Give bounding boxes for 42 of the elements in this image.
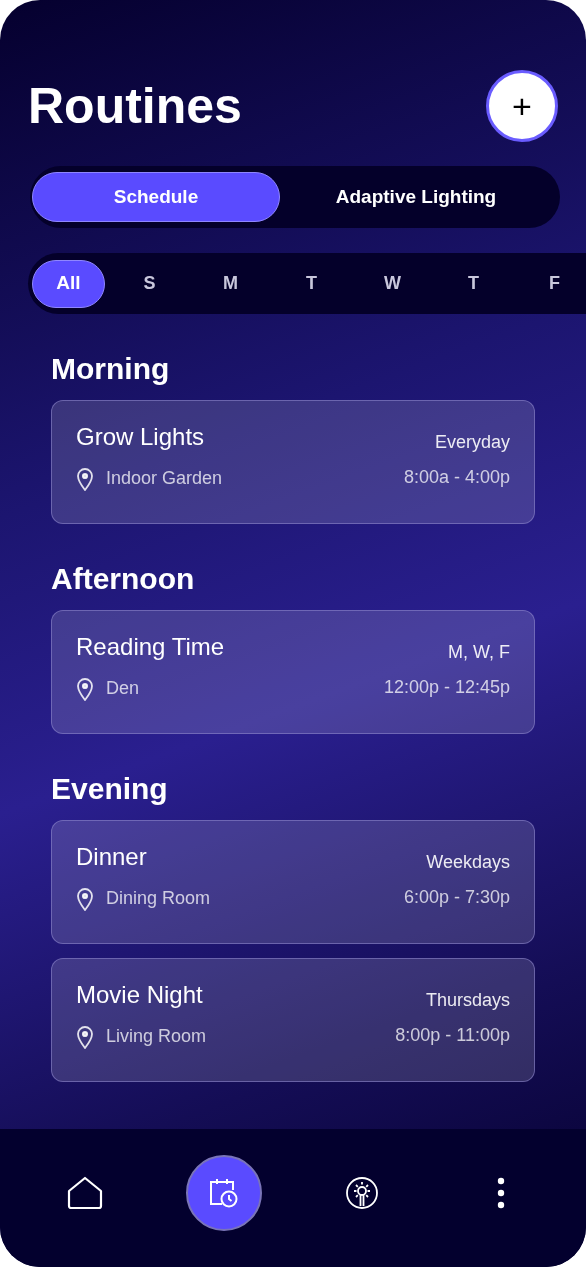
routine-location: Living Room — [106, 1025, 207, 1048]
day-chip[interactable]: S — [134, 259, 165, 308]
routine-card[interactable]: Dinner Dining Room Weekdays 6:00p - 7:30p — [51, 820, 535, 944]
day-chip[interactable]: F — [539, 259, 570, 308]
routine-card[interactable]: Movie Night Living Room Thursdays 8:00p - 11:00p — [51, 958, 535, 1082]
routine-days: M, W, F — [448, 639, 510, 666]
add-button[interactable]: + — [486, 70, 558, 142]
lightbulb-icon — [345, 1176, 380, 1210]
routine-time: 8:00p - 11:00p — [395, 1024, 510, 1047]
day-chip[interactable]: W — [377, 259, 408, 308]
day-chip[interactable]: T — [296, 259, 327, 308]
section-heading: Morning — [51, 354, 171, 384]
location-pin-icon — [76, 1024, 94, 1049]
mode-tab[interactable]: Schedule — [32, 172, 280, 222]
home-icon — [67, 1176, 104, 1210]
routine-time: 6:00p - 7:30p — [403, 886, 510, 909]
day-chip[interactable]: M — [215, 259, 246, 308]
routine-card[interactable]: Grow Lights Indoor Garden Everyday 8:00a - 4:00p — [51, 400, 535, 524]
day-chip[interactable]: All — [32, 259, 105, 308]
location-pin-icon — [76, 676, 94, 701]
section-heading: Afternoon — [51, 564, 196, 594]
routine-days: Everyday — [434, 429, 510, 456]
routine-location: Den — [106, 677, 140, 700]
routine-time: 8:00a - 4:00p — [403, 466, 510, 489]
routine-name: Grow Lights — [76, 422, 206, 452]
routine-time: 12:00p - 12:45p — [383, 676, 510, 699]
location-pin-icon — [76, 466, 94, 491]
routine-location: Dining Room — [106, 887, 211, 910]
more-icon — [496, 1177, 505, 1209]
routine-card[interactable]: Reading Time Den M, W, F 12:00p - 12:45p — [51, 610, 535, 734]
routine-name: Dinner — [76, 842, 148, 872]
routine-name: Reading Time — [76, 632, 225, 662]
routine-location: Indoor Garden — [106, 467, 223, 490]
routine-days: Thursdays — [425, 987, 510, 1014]
calendar-clock-icon — [207, 1177, 240, 1209]
section-heading: Evening — [51, 774, 169, 804]
routine-days: Weekdays — [426, 849, 510, 876]
page-title: Routines — [28, 81, 242, 131]
day-chip[interactable]: T — [458, 259, 489, 308]
location-pin-icon — [76, 886, 94, 911]
routine-name: Movie Night — [76, 980, 204, 1010]
mode-tab[interactable]: Adaptive Lighting — [280, 172, 552, 222]
